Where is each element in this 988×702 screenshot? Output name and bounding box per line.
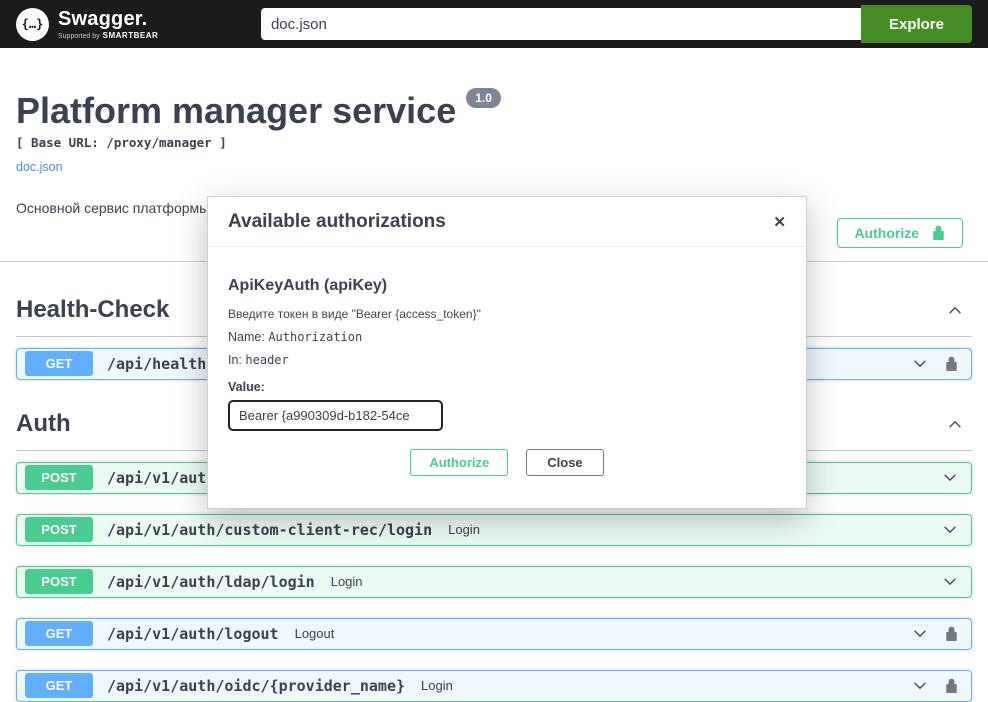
auth-in-row: In: header xyxy=(228,353,786,367)
brand-tagline-smartbear: SMARTBEAR xyxy=(103,32,159,40)
base-url: [ Base URL: /proxy/manager ] xyxy=(16,135,972,150)
topbar: {…} Swagger. Supported by SMARTBEAR Expl… xyxy=(0,0,988,48)
name-value: Authorization xyxy=(268,330,362,344)
endpoint-row[interactable]: GET /api/v1/auth/logout Logout xyxy=(16,618,972,650)
endpoint-row[interactable]: GET /api/v1/auth/oidc/{provider_name} Lo… xyxy=(16,670,972,702)
auth-scheme-title: ApiKeyAuth (apiKey) xyxy=(228,277,786,295)
http-method-badge: GET xyxy=(25,673,93,698)
spec-url-input[interactable] xyxy=(261,8,861,40)
in-value: header xyxy=(245,353,288,367)
chevron-down-icon[interactable] xyxy=(911,625,929,643)
page-title: Platform manager service xyxy=(16,92,456,130)
swagger-brand: {…} Swagger. Supported by SMARTBEAR xyxy=(16,8,158,41)
chevron-up-icon[interactable] xyxy=(946,301,964,319)
brand-name: Swagger. xyxy=(58,9,158,29)
http-method-badge: POST xyxy=(25,465,93,490)
swagger-logo-icon: {…} xyxy=(16,8,49,41)
chevron-up-icon[interactable] xyxy=(946,415,964,433)
value-label: Value: xyxy=(228,380,786,394)
spec-url-bar: Explore xyxy=(261,5,972,43)
endpoint-path: /api/v1/auth/custom-client-rec/login xyxy=(107,521,432,539)
endpoint-summary: Logout xyxy=(295,626,335,641)
chevron-down-icon[interactable] xyxy=(911,355,929,373)
endpoint-row[interactable]: POST /api/v1/auth/ldap/login Login xyxy=(16,566,972,598)
in-label: In: xyxy=(228,353,242,367)
chevron-down-icon[interactable] xyxy=(941,521,959,539)
endpoint-summary: Login xyxy=(421,678,453,693)
token-input[interactable] xyxy=(228,400,443,431)
auth-hint: Введите токен в виде "Bearer {access_tok… xyxy=(228,307,786,321)
lock-icon[interactable] xyxy=(944,356,959,371)
lock-icon[interactable] xyxy=(944,626,959,641)
authorize-button[interactable]: Authorize xyxy=(837,218,963,248)
version-badge: 1.0 xyxy=(466,88,501,108)
lock-icon xyxy=(931,225,946,240)
modal-close-button[interactable]: Close xyxy=(526,449,603,476)
section-title: Health-Check xyxy=(16,296,169,324)
modal-title: Available authorizations xyxy=(228,211,446,233)
chevron-down-icon[interactable] xyxy=(941,469,959,487)
endpoint-summary: Login xyxy=(448,522,480,537)
endpoint-row[interactable]: POST /api/v1/auth/custom-client-rec/logi… xyxy=(16,514,972,546)
name-label: Name: xyxy=(228,330,265,344)
endpoint-path: /api/v1/auth/logout xyxy=(107,625,279,643)
endpoint-path: /api/v1/auth/oidc/{provider_name} xyxy=(107,677,405,695)
modal-authorize-button[interactable]: Authorize xyxy=(410,449,508,476)
brand-tagline-prefix: Supported by xyxy=(58,33,100,40)
endpoint-path: /api/v1/auth/ldap/login xyxy=(107,573,315,591)
spec-json-link[interactable]: doc.json xyxy=(16,160,63,174)
lock-icon[interactable] xyxy=(944,678,959,693)
authorize-button-label: Authorize xyxy=(854,225,919,241)
authorizations-modal: Available authorizations ✕ ApiKeyAuth (a… xyxy=(207,196,807,509)
chevron-down-icon[interactable] xyxy=(911,677,929,695)
http-method-badge: POST xyxy=(25,569,93,594)
section-title: Auth xyxy=(16,410,71,438)
close-icon[interactable]: ✕ xyxy=(773,215,786,230)
http-method-badge: GET xyxy=(25,351,93,376)
http-method-badge: GET xyxy=(25,621,93,646)
http-method-badge: POST xyxy=(25,517,93,542)
chevron-down-icon[interactable] xyxy=(941,573,959,591)
explore-button[interactable]: Explore xyxy=(861,5,972,43)
endpoint-summary: Login xyxy=(331,574,363,589)
auth-name-row: Name: Authorization xyxy=(228,330,786,344)
